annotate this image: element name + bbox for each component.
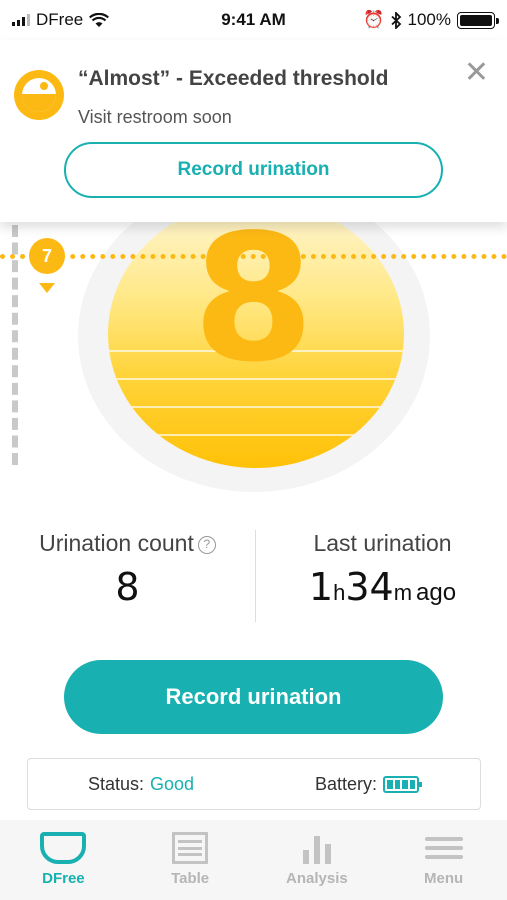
- notification-record-button[interactable]: Record urination: [64, 142, 443, 198]
- tab-table[interactable]: Table: [127, 820, 254, 900]
- urination-count-stat: Urination count? 8: [0, 530, 255, 609]
- record-urination-button[interactable]: Record urination: [64, 660, 443, 734]
- tab-analysis[interactable]: Analysis: [254, 820, 381, 900]
- status-label: Status:: [87, 773, 144, 794]
- status-value: Good: [149, 773, 195, 794]
- carrier-name: DFree: [36, 10, 84, 29]
- last-minutes-unit: m: [393, 580, 413, 605]
- bluetooth-icon: [390, 11, 401, 29]
- last-urination-stat: Last urination 1h34m ago: [258, 530, 507, 609]
- stats-panel: Urination count? 8 Last urination 1h34m a…: [0, 520, 507, 630]
- threshold-badge: 7: [29, 238, 65, 274]
- tab-bar: DFree Table Analysis Menu: [0, 820, 507, 900]
- status-item: Status: Good: [28, 774, 254, 795]
- urination-count-label: Urination count: [39, 530, 194, 556]
- battery-item: Battery:: [254, 774, 480, 795]
- table-icon: [172, 832, 209, 864]
- status-left: DFree: [12, 10, 182, 30]
- last-urination-label: Last urination: [313, 530, 452, 556]
- tab-label: Analysis: [286, 870, 348, 887]
- notification-title: “Almost” - Exceeded threshold: [78, 67, 389, 90]
- last-urination-value: 1h34m ago: [258, 565, 507, 609]
- gauge-count: 8: [192, 198, 315, 401]
- device-battery-icon: [383, 775, 423, 793]
- help-icon[interactable]: ?: [197, 536, 216, 554]
- dfree-app-icon: [14, 70, 64, 120]
- threshold-line: [0, 254, 507, 259]
- tab-label: DFree: [42, 870, 85, 887]
- device-status-strip: Status: Good Battery:: [27, 758, 481, 810]
- stats-divider: [255, 530, 256, 622]
- last-hours-unit: h: [333, 580, 346, 605]
- threshold-arrow-icon: [39, 283, 55, 293]
- alarm-icon: ⏰: [363, 10, 385, 29]
- last-minutes: 34: [345, 565, 394, 609]
- urination-count-value: 8: [115, 565, 140, 609]
- status-time: 9:41 AM: [221, 10, 286, 29]
- last-hours: 1: [308, 565, 334, 609]
- analysis-icon: [300, 832, 334, 864]
- signal-icon: [12, 14, 30, 26]
- notification-banner: “Almost” - Exceeded threshold Visit rest…: [0, 40, 507, 222]
- tab-label: Table: [171, 870, 210, 887]
- wifi-icon: [89, 12, 110, 27]
- menu-icon: [424, 832, 463, 864]
- notification-subtitle: Visit restroom soon: [78, 107, 232, 127]
- tab-label: Menu: [424, 870, 464, 887]
- battery-icon: [457, 11, 499, 29]
- close-icon[interactable]: ✕: [464, 58, 489, 88]
- status-right: ⏰ 100%: [325, 10, 499, 30]
- tab-dfree[interactable]: DFree: [0, 820, 127, 900]
- tab-menu[interactable]: Menu: [380, 820, 507, 900]
- last-suffix: ago: [416, 579, 457, 606]
- dfree-icon: [40, 832, 87, 864]
- battery-percent: 100%: [407, 10, 451, 29]
- status-bar: DFree 9:41 AM ⏰ 100%: [0, 0, 507, 40]
- battery-label: Battery:: [314, 773, 378, 794]
